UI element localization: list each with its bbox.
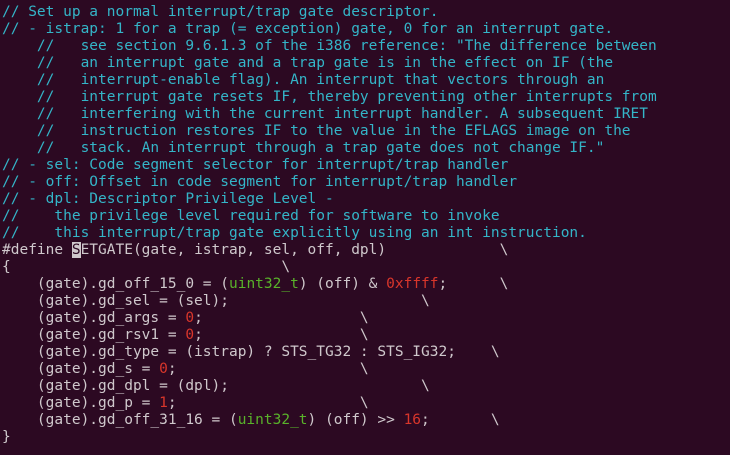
code-line: (gate).gd_s = 0; \ bbox=[2, 361, 369, 377]
number-literal: 0xffff bbox=[386, 276, 439, 292]
comment-line: // Set up a normal interrupt/trap gate d… bbox=[2, 4, 439, 20]
comment-line: // interrupt gate resets IF, thereby pre… bbox=[2, 89, 657, 105]
comment-line: // - off: Offset in code segment for int… bbox=[2, 174, 518, 190]
number-literal: 16 bbox=[403, 412, 422, 428]
type-keyword: uint32_t bbox=[237, 412, 308, 428]
comment-line: // see section 9.6.1.3 of the i386 refer… bbox=[2, 38, 657, 54]
define-rest: ETGATE(gate, istrap, sel, off, dpl) \ bbox=[80, 242, 509, 258]
comment-line: // instruction restores IF to the value … bbox=[2, 123, 631, 139]
code-line: (gate).gd_sel = (sel); \ bbox=[2, 293, 430, 309]
comment-line: // - istrap: 1 for a trap (= exception) … bbox=[2, 21, 614, 37]
comment-line: // - dpl: Descriptor Privilege Level - bbox=[2, 191, 334, 207]
code-line: (gate).gd_rsv1 = 0; \ bbox=[2, 327, 369, 343]
number-literal: 0 bbox=[185, 327, 195, 343]
code-line: (gate).gd_args = 0; \ bbox=[2, 310, 369, 326]
define-prefix: #define bbox=[2, 242, 72, 258]
code-line: (gate).gd_off_31_16 = (uint32_t) (off) >… bbox=[2, 412, 500, 428]
define-line: #define SETGATE(gate, istrap, sel, off, … bbox=[2, 242, 508, 259]
code-line: (gate).gd_off_15_0 = (uint32_t) (off) & … bbox=[2, 276, 509, 292]
type-keyword: uint32_t bbox=[228, 276, 299, 292]
code-line: (gate).gd_type = (istrap) ? STS_TG32 : S… bbox=[2, 344, 500, 360]
number-literal: 0 bbox=[185, 310, 195, 326]
comment-line: // interrupt-enable flag). An interrupt … bbox=[2, 72, 605, 88]
text-cursor: S bbox=[71, 242, 81, 258]
comment-line: // an interrupt gate and a trap gate is … bbox=[2, 55, 614, 71]
code-line: (gate).gd_dpl = (dpl); \ bbox=[2, 378, 430, 394]
comment-line: // this interrupt/trap gate explicitly u… bbox=[2, 225, 587, 241]
number-literal: 1 bbox=[159, 395, 168, 411]
code-line: (gate).gd_p = 1; \ bbox=[2, 395, 369, 411]
brace-open-line: { \ bbox=[2, 259, 291, 275]
number-literal: 0 bbox=[159, 361, 168, 377]
comment-line: // the privilege level required for soft… bbox=[2, 208, 500, 224]
brace-close-line: } bbox=[2, 429, 11, 445]
comment-line: // - sel: Code segment selector for inte… bbox=[2, 157, 509, 173]
comment-line: // stack. An interrupt through a trap ga… bbox=[2, 140, 605, 156]
code-editor[interactable]: // Set up a normal interrupt/trap gate d… bbox=[0, 0, 730, 455]
comment-line: // interfering with the current interrup… bbox=[2, 106, 649, 122]
